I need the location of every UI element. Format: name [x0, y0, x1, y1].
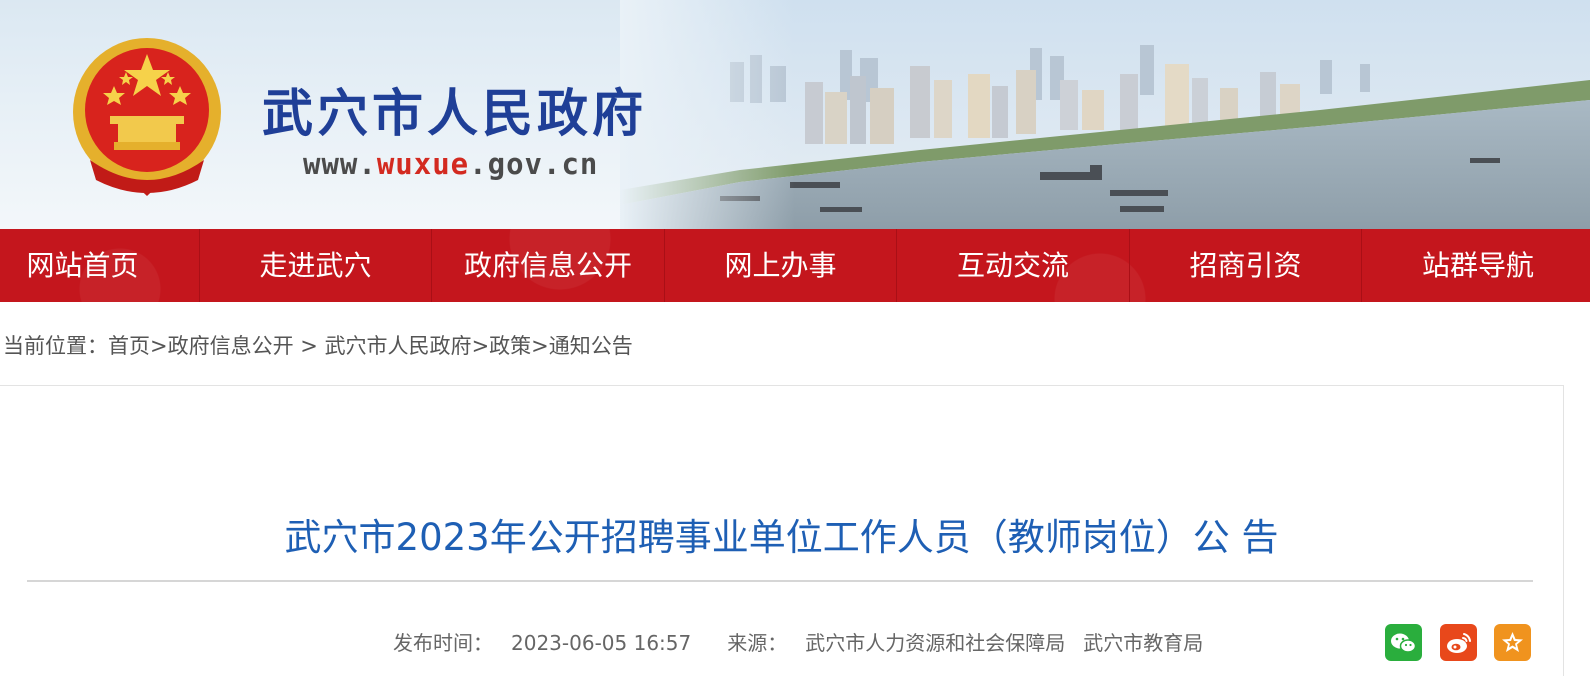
- header-banner: 武穴市人民政府 www.wuxue.gov.cn: [0, 0, 1590, 229]
- nav-item-online-services[interactable]: 网上办事: [665, 229, 896, 302]
- nav-item-interaction[interactable]: 互动交流: [897, 229, 1129, 302]
- share-weibo-button[interactable]: [1440, 624, 1477, 661]
- site-url: www.wuxue.gov.cn: [303, 147, 598, 181]
- share-wechat-button[interactable]: [1385, 624, 1422, 661]
- source-label: 来源：: [727, 631, 788, 655]
- article-source: 来源： 武穴市人力资源和社会保障局 武穴市教育局: [727, 631, 1203, 655]
- source-value: 武穴市人力资源和社会保障局: [805, 631, 1066, 655]
- wechat-icon: [1391, 633, 1417, 653]
- breadcrumb-gov-info[interactable]: 政府信息公开: [168, 334, 294, 358]
- share-favorite-button[interactable]: [1494, 624, 1531, 661]
- site-title: 武穴市人民政府: [262, 84, 648, 144]
- weibo-icon: [1447, 633, 1471, 653]
- favorite-star-icon: [1502, 632, 1523, 652]
- breadcrumb-city-gov[interactable]: 武穴市人民政府: [325, 334, 472, 358]
- title-divider: [27, 580, 1533, 582]
- article-meta: 发布时间： 2023-06-05 16:57 来源： 武穴市人力资源和社会保障局 武穴市…: [393, 627, 1221, 656]
- url-highlight: wuxue: [376, 147, 470, 181]
- url-suffix: .gov.cn: [469, 147, 599, 181]
- breadcrumb-separator: >: [471, 334, 490, 358]
- publish-value: 2023-06-05 16:57: [511, 631, 692, 655]
- publish-time: 发布时间： 2023-06-05 16:57: [393, 631, 709, 655]
- nav-item-investment[interactable]: 招商引资: [1130, 229, 1361, 302]
- url-prefix: www.: [303, 147, 377, 181]
- nav-item-site-navigation[interactable]: 站群导航: [1362, 229, 1590, 302]
- breadcrumb-policy[interactable]: 政策: [489, 334, 531, 358]
- national-emblem-icon: [73, 38, 221, 196]
- breadcrumb-notices[interactable]: 通知公告: [549, 334, 633, 358]
- breadcrumb-prefix: 当前位置：: [3, 334, 108, 358]
- nav-item-about[interactable]: 走进武穴: [200, 229, 431, 302]
- publish-label: 发布时间：: [393, 631, 493, 655]
- nav-item-home[interactable]: 网站首页: [0, 229, 165, 302]
- breadcrumb-separator: >: [531, 334, 549, 358]
- breadcrumb-separator: >: [150, 334, 168, 358]
- breadcrumb-home[interactable]: 首页: [108, 334, 150, 358]
- nav-item-gov-info[interactable]: 政府信息公开: [432, 229, 664, 302]
- article-title: 武穴市2023年公开招聘事业单位工作人员（教师岗位）公 告: [284, 516, 1279, 559]
- breadcrumb-separator: >: [293, 334, 325, 358]
- source-value: 武穴市教育局: [1083, 631, 1204, 655]
- city-skyline-image: [620, 0, 1590, 229]
- main-nav: 网站首页 走进武穴 政府信息公开 网上办事 互动交流 招商引资 站群导航: [0, 229, 1590, 302]
- breadcrumb: 当前位置：首页>政府信息公开 > 武穴市人民政府>政策>通知公告: [3, 330, 633, 360]
